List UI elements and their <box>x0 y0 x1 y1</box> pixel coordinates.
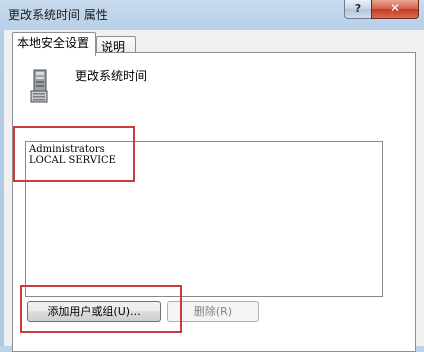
title-bar[interactable]: 更改系统时间 属性 ? ✕ <box>0 0 424 30</box>
tab-local-security-setting[interactable]: 本地安全设置 <box>12 32 96 56</box>
dialog-client-area: 本地安全设置 说明 更改系统时间 Administrators LOCAL SE… <box>4 30 424 352</box>
tab-panel: 更改系统时间 Administrators LOCAL SERVICE 添加用户… <box>12 52 416 352</box>
remove-button[interactable]: 删除(R) <box>167 301 259 322</box>
server-computer-icon <box>29 69 53 103</box>
help-button[interactable]: ? <box>344 0 372 19</box>
list-item[interactable]: LOCAL SERVICE <box>29 155 379 166</box>
list-item[interactable]: Administrators <box>29 144 379 155</box>
properties-window: 更改系统时间 属性 ? ✕ 本地安全设置 说明 更改系统时间 Administr… <box>0 0 424 352</box>
accounts-listbox[interactable]: Administrators LOCAL SERVICE <box>25 141 383 297</box>
policy-name: 更改系统时间 <box>75 69 148 83</box>
window-title: 更改系统时间 属性 <box>8 8 108 22</box>
add-user-or-group-button[interactable]: 添加用户或组(U)... <box>27 301 161 322</box>
close-button[interactable]: ✕ <box>371 0 419 19</box>
